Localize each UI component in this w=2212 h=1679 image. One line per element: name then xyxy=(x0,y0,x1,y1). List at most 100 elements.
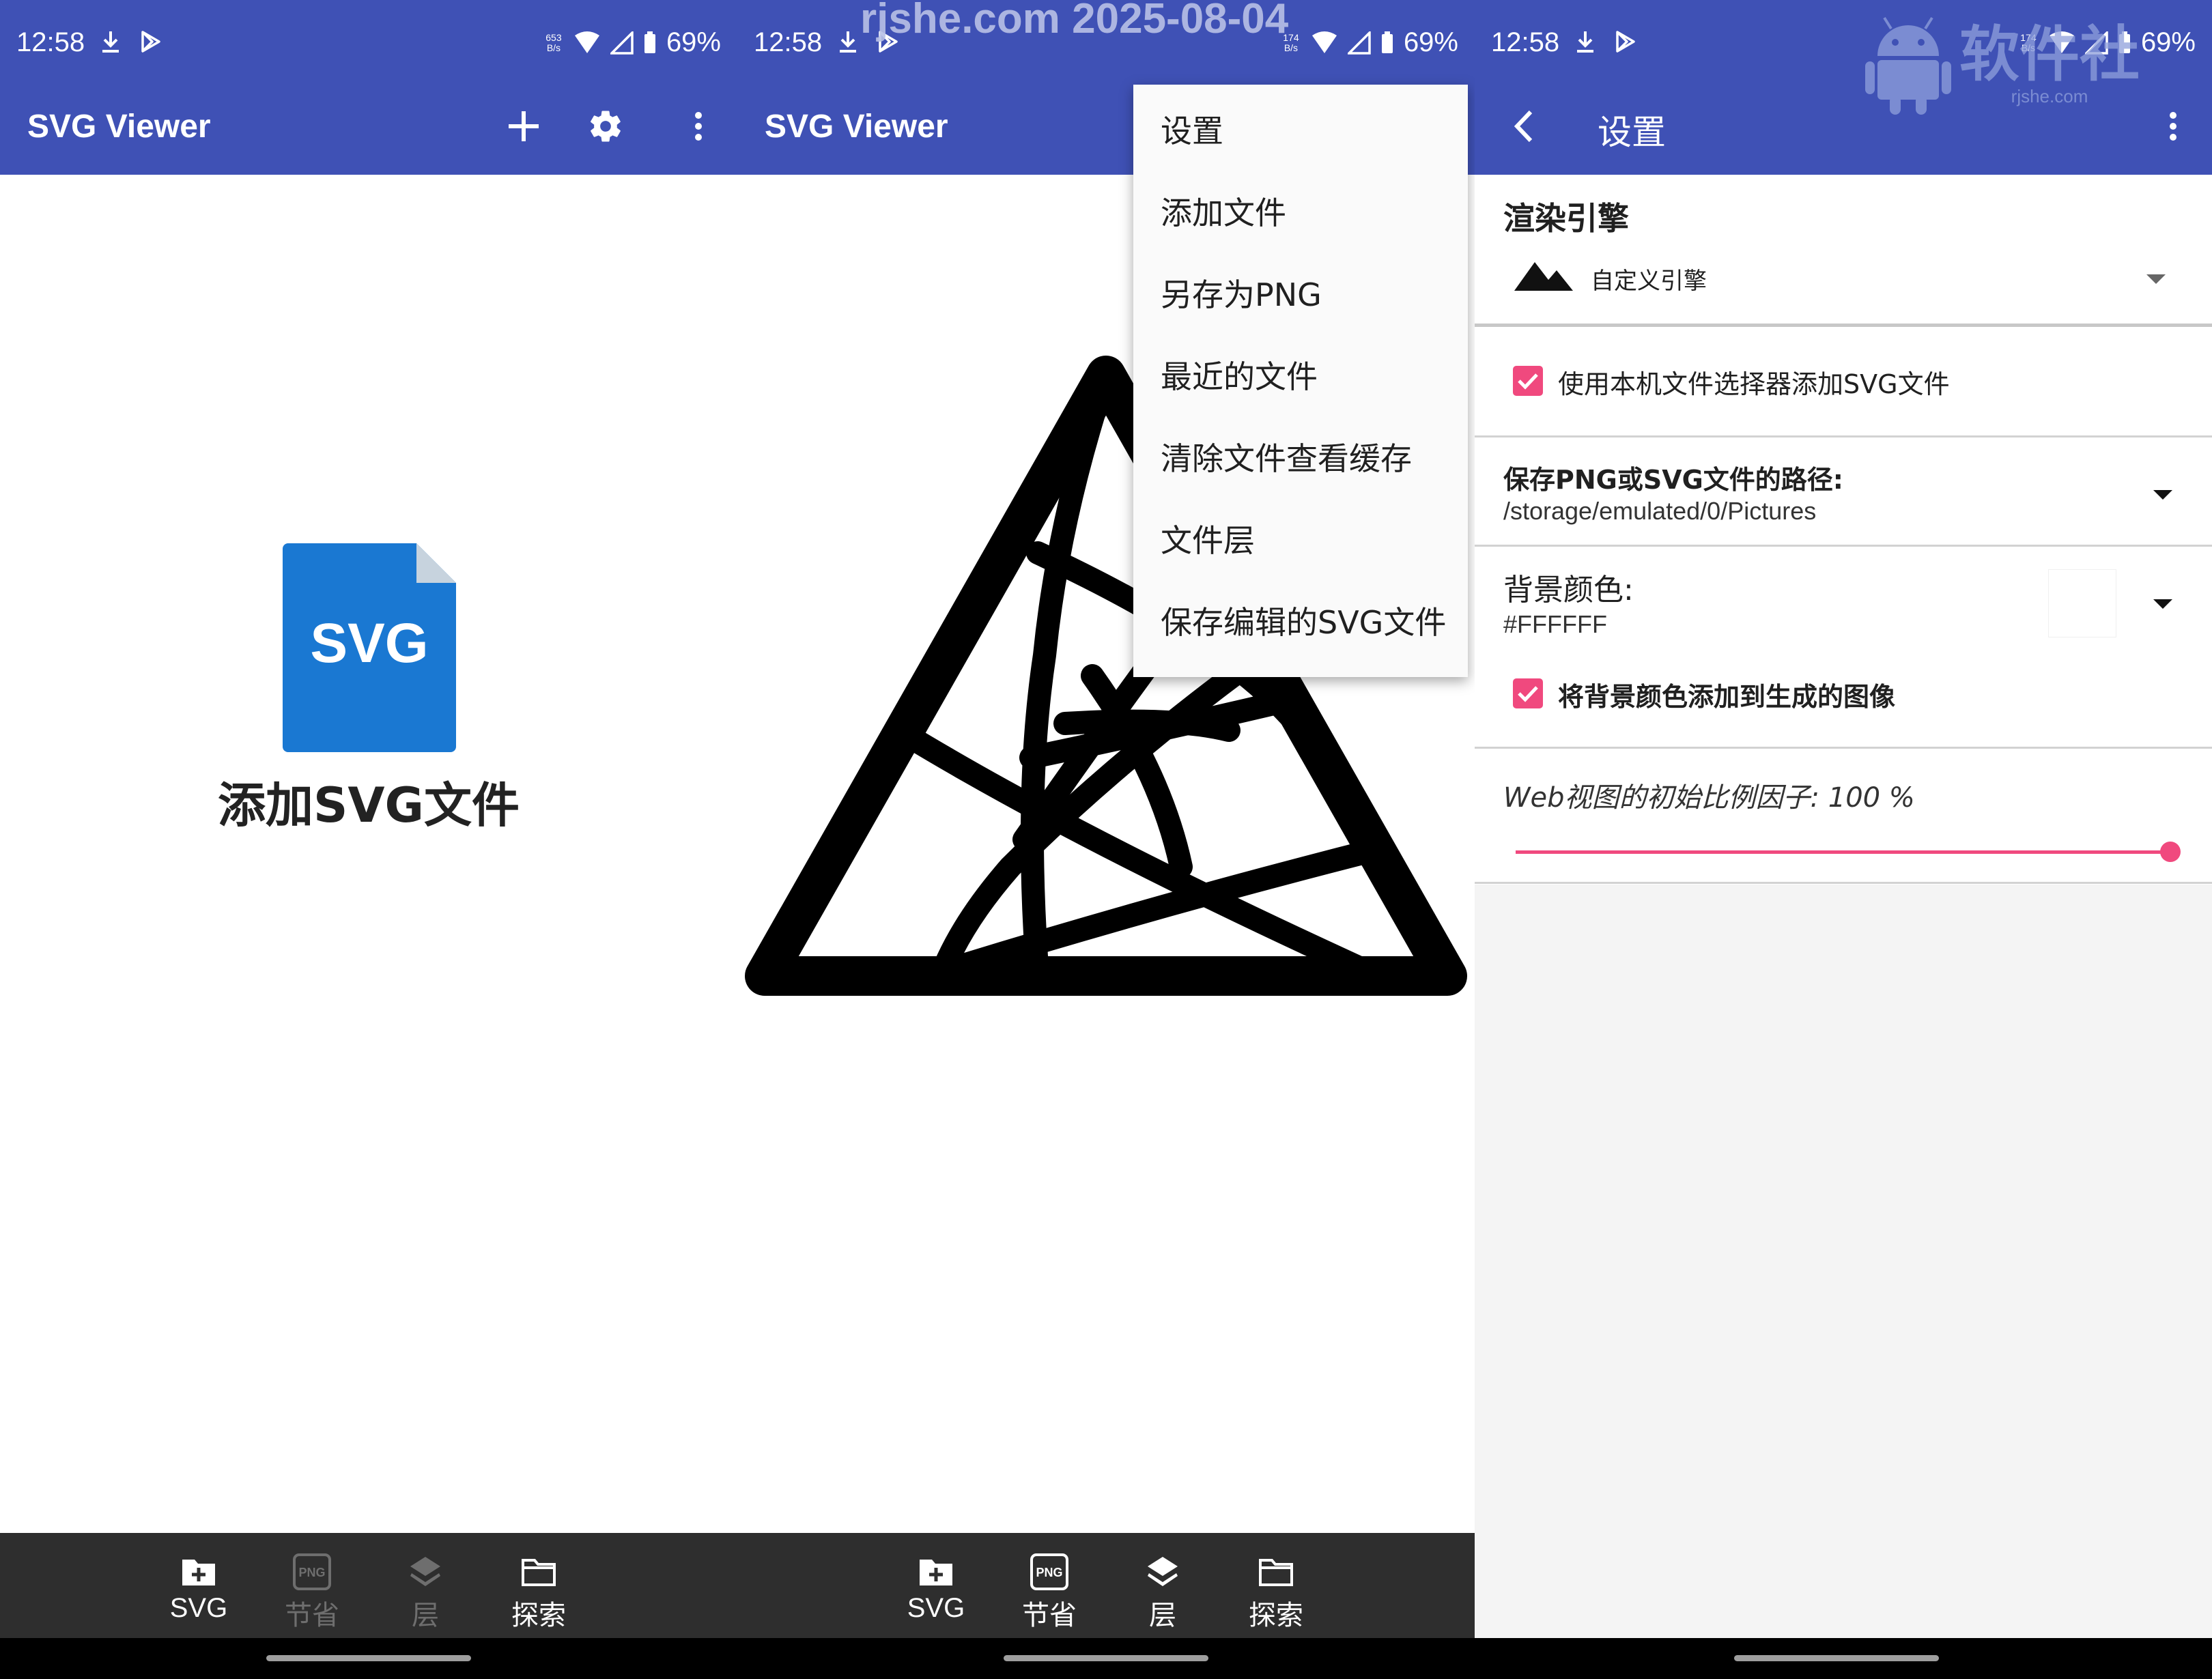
gesture-handle[interactable] xyxy=(1004,1655,1208,1661)
download-icon xyxy=(1577,31,1593,53)
system-nav-bar xyxy=(737,1638,1475,1679)
nav-svg[interactable]: SVG xyxy=(156,1533,242,1638)
native-picker-option[interactable]: 使用本机文件选择器添加SVG文件 xyxy=(1475,332,2212,434)
battery-level: 69% xyxy=(2140,27,2196,57)
nav-explore[interactable]: 探索 xyxy=(1233,1533,1319,1638)
wifi-icon xyxy=(1311,31,1337,53)
dropdown-arrow-icon xyxy=(2153,599,2172,609)
watermark-logo-sub: rjshe.com xyxy=(2011,85,2088,106)
menu-item-save-edited-svg[interactable]: 保存编辑的SVG文件 xyxy=(1133,582,1468,663)
more-vertical-icon xyxy=(695,112,702,141)
battery-icon xyxy=(1381,31,1393,53)
status-bar: 12:58 653 B/s 69% xyxy=(0,0,737,78)
system-nav-bar xyxy=(1475,1638,2212,1679)
settings-title: 设置 xyxy=(1598,113,1666,152)
dropdown-arrow-icon xyxy=(2146,274,2166,284)
nav-svg[interactable]: SVG xyxy=(893,1533,979,1638)
overflow-menu: 设置 添加文件 另存为PNG 最近的文件 清除文件查看缓存 文件层 保存编辑的S… xyxy=(1133,85,1468,677)
add-file-button[interactable] xyxy=(498,101,549,152)
battery-level: 69% xyxy=(666,27,721,57)
menu-item-recent-files[interactable]: 最近的文件 xyxy=(1133,336,1468,418)
gear-icon xyxy=(591,111,621,142)
render-engine-dropdown[interactable]: 自定义引擎 xyxy=(1475,243,2212,318)
nav-explore[interactable]: 探索 xyxy=(496,1533,582,1638)
signal-icon xyxy=(1347,31,1371,55)
render-engine-value: 自定义引擎 xyxy=(1591,268,1707,295)
menu-item-file-layers[interactable]: 文件层 xyxy=(1133,500,1468,582)
settings-list: 渲染引擎 自定义引擎 使用本机文件选择器添加SVG文件 保存PNG或SVG文件的… xyxy=(1475,175,2212,1638)
layers-icon xyxy=(1148,1557,1178,1586)
svg-text:PNG: PNG xyxy=(1036,1566,1062,1579)
gesture-handle[interactable] xyxy=(1734,1655,1939,1661)
check-icon xyxy=(1518,686,1538,702)
app-bar: SVG Viewer xyxy=(0,78,737,175)
svg-file-icon-label: SVG xyxy=(310,612,428,674)
png-icon: PNG xyxy=(1030,1553,1068,1590)
render-engine-title: 渲染引擎 xyxy=(1503,200,1629,237)
svg-file-icon: SVG xyxy=(283,543,456,752)
background-color-title: 背景颜色: xyxy=(1503,573,1634,607)
app-title: SVG Viewer xyxy=(765,109,948,145)
watermark-logo: 软件社 rjshe.com xyxy=(1864,14,2140,116)
native-picker-checkbox[interactable] xyxy=(1513,366,1543,396)
zoom-factor-label: Web视图的初始比例因子: 100 % xyxy=(1503,782,1915,814)
watermark-text: rjshe.com 2025-08-04 xyxy=(860,0,1289,42)
background-color-value: #FFFFFF xyxy=(1503,610,1607,638)
check-icon xyxy=(1518,373,1538,390)
background-color-swatch[interactable] xyxy=(2048,569,2116,637)
svg-text:PNG: PNG xyxy=(298,1566,325,1579)
menu-item-settings[interactable]: 设置 xyxy=(1133,90,1468,172)
settings-button[interactable] xyxy=(580,101,631,152)
status-time: 12:58 xyxy=(1491,27,1560,57)
zoom-slider-track[interactable] xyxy=(1516,850,2171,854)
screen-viewer-menu: 12:58 174 B/s 69% SVG Viewer SVG PNG 节省 … xyxy=(737,0,1475,1679)
nav-layers[interactable]: 层 xyxy=(1120,1533,1206,1638)
play-store-icon xyxy=(141,31,160,53)
battery-level: 69% xyxy=(1403,27,1458,57)
nav-layers[interactable]: 层 xyxy=(382,1533,468,1638)
bottom-navigation: SVG PNG 节省 层 探索 xyxy=(737,1533,1475,1638)
native-picker-label: 使用本机文件选择器添加SVG文件 xyxy=(1558,369,1950,399)
signal-icon xyxy=(610,31,634,55)
screen-home: 12:58 653 B/s 69% SVG Viewer SVG 添加SVG文件… xyxy=(0,0,737,1679)
nav-save-png[interactable]: PNG 节省 xyxy=(1006,1533,1092,1638)
overflow-menu-button[interactable] xyxy=(673,101,724,152)
menu-item-add-file[interactable]: 添加文件 xyxy=(1133,172,1468,254)
screen-settings: 12:58 174 B/s 69% 设置 渲染引擎 自定义引擎 使用本机文件选择… xyxy=(1475,0,2212,1679)
folder-icon xyxy=(522,1559,556,1586)
save-path-title: 保存PNG或SVG文件的路径: xyxy=(1503,465,1844,495)
gesture-handle[interactable] xyxy=(266,1655,471,1661)
system-nav-bar xyxy=(0,1638,737,1679)
dropdown-arrow-icon xyxy=(2153,490,2172,500)
plus-icon xyxy=(509,111,539,141)
add-background-checkbox[interactable] xyxy=(1513,678,1543,708)
nav-save-png[interactable]: PNG 节省 xyxy=(269,1533,355,1638)
back-button[interactable] xyxy=(1498,101,1548,152)
add-folder-icon xyxy=(182,1560,215,1585)
add-folder-icon xyxy=(920,1560,952,1585)
add-background-option[interactable]: 将背景颜色添加到生成的图像 xyxy=(1475,652,2212,741)
play-store-icon xyxy=(1616,31,1635,53)
folder-icon xyxy=(1259,1559,1293,1586)
app-title: SVG Viewer xyxy=(27,109,211,145)
add-background-label: 将背景颜色添加到生成的图像 xyxy=(1558,682,1896,712)
menu-item-save-png[interactable]: 另存为PNG xyxy=(1133,254,1468,336)
status-time: 12:58 xyxy=(16,27,85,57)
add-svg-file-button[interactable]: SVG xyxy=(283,543,456,755)
bottom-navigation: SVG PNG 节省 层 探索 xyxy=(0,1533,737,1638)
watermark-logo-text: 软件社 xyxy=(1959,18,2140,89)
wifi-icon xyxy=(574,31,599,53)
overflow-menu-button[interactable] xyxy=(2148,101,2198,152)
add-svg-text[interactable]: 添加SVG文件 xyxy=(0,767,737,836)
main-content: SVG 添加SVG文件 xyxy=(0,175,737,1533)
zoom-slider-thumb[interactable] xyxy=(2160,842,2181,862)
save-path-value: /storage/emulated/0/Pictures xyxy=(1503,497,1817,525)
more-vertical-icon xyxy=(2170,112,2176,141)
layers-icon xyxy=(410,1557,440,1586)
back-arrow-icon xyxy=(1514,110,1533,143)
mountain-icon xyxy=(1514,262,1573,291)
download-icon xyxy=(102,31,119,53)
battery-icon xyxy=(644,31,655,53)
png-icon: PNG xyxy=(293,1553,331,1590)
menu-item-clear-cache[interactable]: 清除文件查看缓存 xyxy=(1133,418,1468,500)
